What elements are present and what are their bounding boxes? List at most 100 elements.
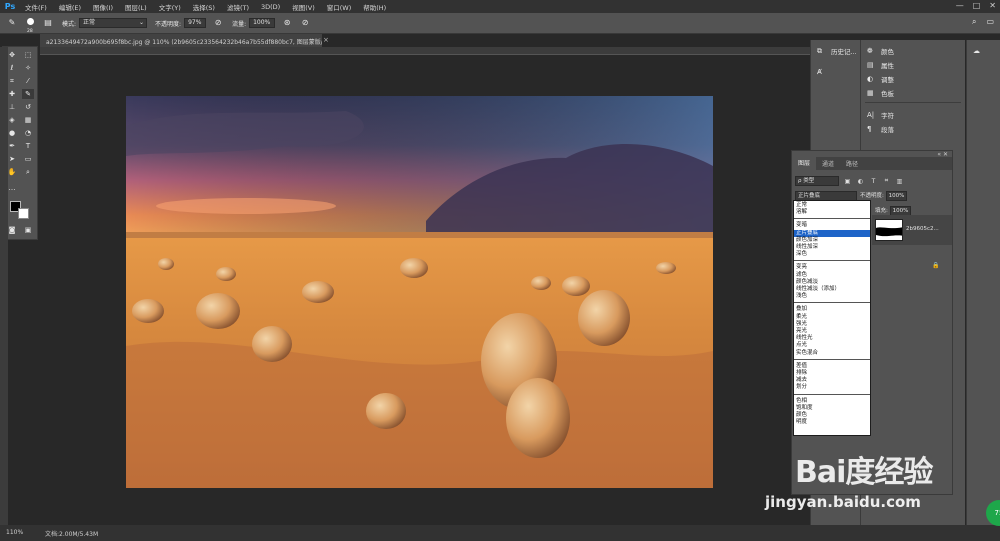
swatches-panel-button[interactable]: ▦ 色板	[867, 88, 894, 98]
quick-select-tool-icon[interactable]: ✧	[22, 63, 34, 73]
color-panel-button[interactable]: ❁ 颜色	[867, 46, 894, 56]
paragraph-panel-button[interactable]: ¶ 段落	[867, 124, 894, 134]
mode-select[interactable]: 正常 ⌄	[79, 18, 148, 28]
zoom-readout[interactable]: 110%	[6, 529, 23, 536]
menu-item-window[interactable]: 窗口(W)	[322, 2, 359, 12]
close-tab-icon[interactable]: ×	[323, 36, 329, 44]
paragraph-panel-label: 段落	[881, 126, 894, 134]
blend-mode-option[interactable]: 颜色减淡	[794, 279, 870, 286]
cloud-icon: ☁	[973, 47, 980, 55]
blend-mode-option[interactable]: 深色	[794, 251, 870, 258]
properties-panel-button[interactable]: ▤ 属性	[867, 60, 894, 70]
marquee-tool-icon[interactable]: ⬚	[22, 50, 34, 60]
menu-item-help[interactable]: 帮助(H)	[358, 2, 393, 12]
pressure-opacity-icon[interactable]: ⊘	[212, 17, 224, 29]
blend-group-separator	[794, 218, 870, 220]
blend-mode-option[interactable]: 线性减淡（添加）	[794, 286, 870, 293]
zoom-tool-icon[interactable]: ⌕	[22, 167, 34, 177]
history-brush-tool-icon[interactable]: ↺	[22, 102, 34, 112]
adjustments-panel-button[interactable]: ◐ 调整	[867, 74, 894, 84]
layer-row[interactable]: 2b9605c2...	[872, 215, 952, 245]
smart-object-filter-icon[interactable]: ▥	[895, 178, 904, 185]
blend-mode-option[interactable]: 强光	[794, 321, 870, 328]
blend-mode-option[interactable]: 正常	[794, 202, 870, 209]
tab-paths[interactable]: 路径	[840, 159, 864, 168]
blend-mode-option[interactable]: 线性加深	[794, 244, 870, 251]
canvas-area[interactable]	[40, 55, 810, 525]
lock-icon[interactable]: 🔒	[932, 262, 939, 269]
airbrush-icon[interactable]: ⊛	[281, 17, 293, 29]
document-image[interactable]	[126, 96, 713, 488]
libraries-panel-button[interactable]: ☁	[973, 46, 987, 56]
menu-item-filter[interactable]: 滤镜(T)	[222, 2, 256, 12]
pressure-size-icon[interactable]: ⊘	[299, 17, 311, 29]
character-panel-button[interactable]: A| 字符	[867, 110, 894, 120]
blend-mode-option[interactable]: 浅色	[794, 293, 870, 300]
layer-name[interactable]: 2b9605c2...	[906, 226, 939, 232]
type-tool-icon[interactable]: T	[22, 141, 34, 151]
blend-mode-option[interactable]: 颜色加深	[794, 237, 870, 244]
menu-item-image[interactable]: 图像(I)	[88, 2, 120, 12]
layer-opacity-field[interactable]: 100%	[885, 191, 908, 201]
blend-mode-option[interactable]: 变暗	[794, 222, 870, 229]
brush-tool-icon[interactable]: ✎	[22, 89, 34, 99]
background-color-swatch[interactable]	[18, 208, 29, 219]
workspace-icon[interactable]: ▭	[986, 17, 994, 27]
menu-item-3d[interactable]: 3D(D)	[256, 3, 287, 11]
blend-mode-option[interactable]: 差值	[794, 363, 870, 370]
actions-panel-button[interactable]: Ⱥ	[817, 67, 831, 77]
vertical-ruler	[0, 47, 8, 525]
blend-mode-option[interactable]: 正片叠底	[794, 229, 870, 237]
dodge-tool-icon[interactable]: ◔	[22, 128, 34, 138]
watermark: Bai度经验 jingyan.baidu.com	[765, 445, 965, 525]
panel-menu-icon[interactable]: « ✕	[937, 151, 948, 158]
shape-filter-icon[interactable]: ⌗	[882, 177, 891, 185]
blend-mode-option[interactable]: 变亮	[794, 264, 870, 271]
opacity-field[interactable]: 97%	[184, 18, 207, 28]
blend-mode-option[interactable]: 实色混合	[794, 350, 870, 357]
menu-item-layer[interactable]: 图层(L)	[120, 2, 154, 12]
screen-mode-icon[interactable]: ▣	[22, 225, 34, 235]
tab-layers[interactable]: 图层	[792, 157, 817, 170]
tab-channels[interactable]: 通道	[816, 159, 840, 168]
menu-item-edit[interactable]: 编辑(E)	[54, 2, 88, 12]
close-window-button[interactable]: ✕	[989, 1, 996, 10]
brush-panel-toggle-icon[interactable]: ▤	[42, 17, 54, 29]
blend-mode-option[interactable]: 亮光	[794, 328, 870, 335]
type-filter-icon[interactable]: T	[869, 178, 878, 185]
blend-mode-option[interactable]: 滤色	[794, 272, 870, 279]
flow-field[interactable]: 100%	[249, 18, 276, 28]
blend-mode-option[interactable]: 划分	[794, 384, 870, 391]
mode-value: 正常	[83, 19, 96, 26]
shape-tool-icon[interactable]: ▭	[22, 154, 34, 164]
eyedropper-tool-icon[interactable]: ⁄	[22, 76, 34, 86]
pixel-filter-icon[interactable]: ▣	[843, 178, 852, 185]
menu-item-file[interactable]: 文件(F)	[20, 2, 54, 12]
search-icon[interactable]: ⌕	[972, 17, 976, 27]
horizontal-ruler	[40, 47, 810, 55]
blend-mode-option[interactable]: 排除	[794, 370, 870, 377]
adjustment-filter-icon[interactable]: ◐	[856, 178, 865, 185]
layer-mask-thumbnail[interactable]	[875, 219, 903, 241]
blend-mode-option[interactable]: 明度	[794, 419, 870, 426]
brush-preset-picker[interactable]: 28	[24, 17, 36, 34]
gradient-tool-icon[interactable]: ▦	[22, 115, 34, 125]
blend-mode-option[interactable]: 叠加	[794, 306, 870, 313]
blend-mode-option[interactable]: 饱和度	[794, 405, 870, 412]
blend-mode-option[interactable]: 色相	[794, 398, 870, 405]
brush-tool-icon[interactable]: ✎	[6, 17, 18, 29]
history-panel-button[interactable]: ⧉ 历史记...	[817, 46, 857, 57]
maximize-button[interactable]: □	[973, 1, 981, 10]
blend-mode-option[interactable]: 点光	[794, 342, 870, 349]
libraries-strip: ☁	[966, 40, 1000, 525]
blend-mode-option[interactable]: 柔光	[794, 314, 870, 321]
blend-mode-option[interactable]: 溶解	[794, 209, 870, 216]
blend-mode-option[interactable]: 颜色	[794, 412, 870, 419]
layer-filter-select[interactable]: ρ 类型	[795, 176, 839, 186]
menu-item-type[interactable]: 文字(Y)	[154, 2, 188, 12]
menu-item-select[interactable]: 选择(S)	[188, 2, 222, 12]
status-bar: 110% 文档:2.00M/5.43M	[0, 525, 1000, 541]
document-tab[interactable]: a2133649472a900b695f8bc.jpg @ 110% (2b96…	[40, 34, 322, 47]
minimize-button[interactable]: —	[956, 1, 964, 10]
menu-item-view[interactable]: 视图(V)	[287, 2, 322, 12]
